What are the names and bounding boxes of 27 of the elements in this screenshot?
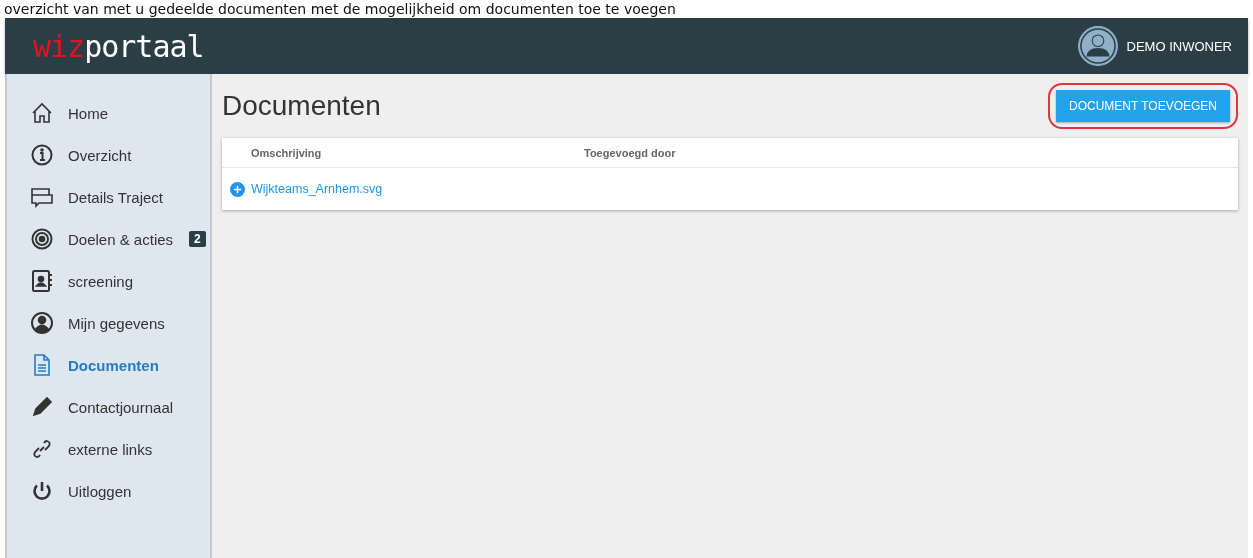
sidebar-item[interactable]: externe links (7, 428, 210, 470)
sidebar-item[interactable]: Details Traject (7, 176, 210, 218)
target-icon (30, 227, 54, 251)
sidebar-item[interactable]: Doelen & acties 2 (7, 218, 210, 260)
expand-icon[interactable] (230, 181, 245, 197)
info-icon (30, 143, 54, 167)
caption: overzicht van met u gedeelde documenten met de mogelijkheid om documenten toe te voegen (3, 0, 677, 18)
pencil-icon (30, 395, 54, 419)
avatar-icon[interactable] (1076, 25, 1119, 67)
sidebar-item[interactable]: Uitloggen (7, 470, 210, 512)
count-badge: 2 (189, 231, 206, 247)
sidebar-item[interactable]: Overzicht (7, 134, 210, 176)
chat-icon (30, 185, 54, 209)
sidebar-item[interactable]: Documenten (7, 344, 210, 386)
power-icon (30, 479, 54, 503)
sidebar-item[interactable]: Home (7, 92, 210, 134)
column-header[interactable]: Omschrijving (222, 146, 584, 159)
sidebar-item[interactable]: Mijn gegevens (7, 302, 210, 344)
contact-card-icon (30, 269, 54, 293)
home-icon (30, 101, 54, 125)
page-title: Documenten (222, 90, 381, 122)
logo: wizportaal (33, 28, 204, 64)
sidebar-item[interactable]: Contactjournaal (7, 386, 210, 428)
sidebar-item[interactable]: screening (7, 260, 210, 302)
user-name[interactable]: DEMO INWONER (1126, 38, 1232, 54)
user-icon (30, 311, 54, 335)
column-header[interactable]: Toegevoegd door (584, 146, 676, 159)
